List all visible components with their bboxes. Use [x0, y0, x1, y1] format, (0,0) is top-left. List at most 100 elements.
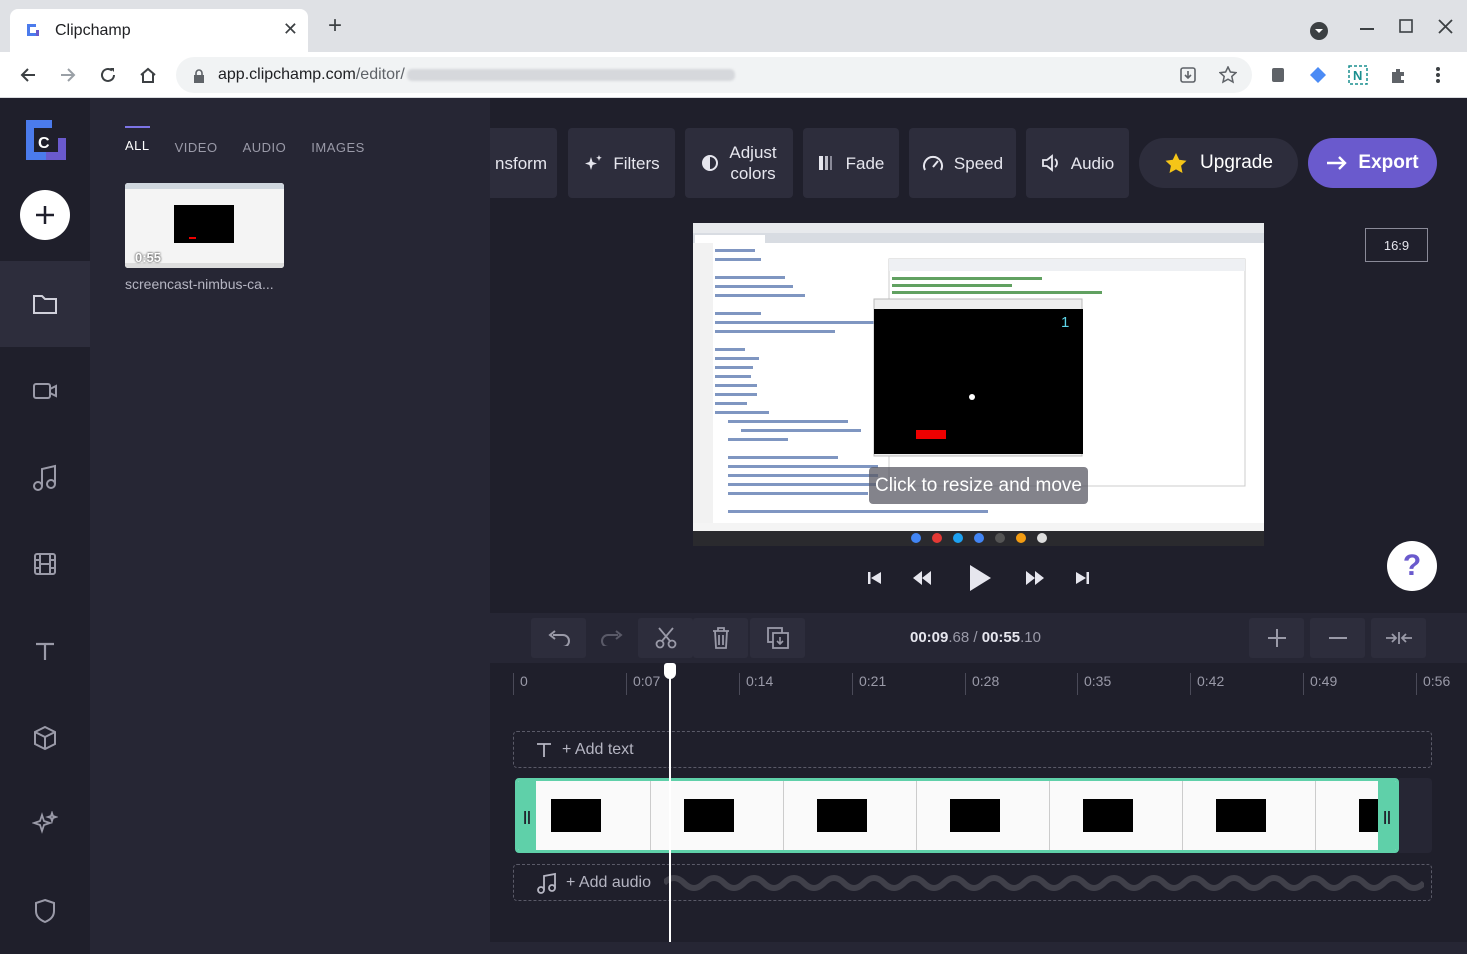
close-tab-icon[interactable]: ✕	[283, 19, 298, 40]
bookmark-star-icon[interactable]	[1219, 66, 1237, 84]
current-time: 00:09	[910, 629, 949, 646]
speedometer-icon	[922, 155, 943, 171]
tab-audio[interactable]: AUDIO	[243, 138, 287, 155]
volume-icon	[1041, 154, 1058, 172]
star-icon	[1165, 153, 1187, 173]
ruler-tick: 0:35	[1077, 673, 1111, 695]
media-thumbnail[interactable]: 0:55	[125, 183, 284, 268]
play-button[interactable]	[964, 562, 996, 594]
nav-text[interactable]	[0, 608, 90, 694]
browser-tab[interactable]: Clipchamp ✕	[10, 9, 308, 52]
nav-your-media[interactable]	[0, 261, 90, 347]
nav-transitions[interactable]	[0, 781, 90, 867]
maximize-icon[interactable]	[1399, 19, 1413, 33]
tab-all[interactable]: ALL	[125, 126, 150, 155]
tab-video[interactable]: VIDEO	[175, 138, 218, 155]
redo-button[interactable]	[584, 618, 639, 658]
fast-forward-icon	[1026, 571, 1044, 585]
shield-icon	[35, 898, 55, 924]
nav-music[interactable]	[0, 435, 90, 521]
add-audio-track[interactable]: + Add audio	[513, 864, 1432, 901]
fade-icon	[818, 156, 832, 170]
video-preview[interactable]: 1 Click to resize and move	[693, 223, 1264, 546]
skip-to-start-button[interactable]	[865, 568, 885, 588]
clip-frame	[916, 781, 1050, 850]
clip-trim-handle-right[interactable]: ||	[1378, 781, 1396, 850]
transform-button[interactable]: nsform	[490, 128, 557, 198]
split-button[interactable]	[638, 618, 693, 658]
plus-icon	[36, 206, 54, 224]
zoom-out-button[interactable]	[1310, 618, 1365, 658]
skip-end-icon	[1076, 572, 1089, 584]
nav-stock-video[interactable]	[0, 521, 90, 607]
extension-n-icon[interactable]: N	[1347, 64, 1369, 86]
skip-to-end-button[interactable]	[1072, 568, 1092, 588]
extension-diamond-icon[interactable]	[1307, 64, 1329, 86]
help-button[interactable]: ?	[1387, 541, 1437, 591]
fade-button[interactable]: Fade	[803, 128, 899, 198]
back-icon[interactable]	[15, 62, 41, 88]
playhead-handle[interactable]	[664, 663, 676, 679]
adjust-colors-button[interactable]: Adjust colors	[685, 128, 793, 198]
speed-label: Speed	[953, 153, 1004, 173]
ruler-tick: 0:21	[852, 673, 886, 695]
music-note-icon	[33, 464, 56, 491]
extensions-puzzle-icon[interactable]	[1387, 64, 1409, 86]
current-time-frac: .68	[948, 629, 970, 646]
tab-title: Clipchamp	[55, 22, 131, 39]
close-window-icon[interactable]	[1438, 19, 1453, 34]
extension-doc-icon[interactable]	[1267, 64, 1289, 86]
timeline-ruler[interactable]: 0 0:07 0:14 0:21 0:28 0:35 0:42 0:49 0:5…	[490, 663, 1467, 703]
upgrade-button[interactable]: Upgrade	[1139, 138, 1298, 188]
ruler-tick: 0:14	[739, 673, 773, 695]
playhead-line[interactable]	[669, 665, 671, 942]
aspect-ratio-button[interactable]: 16:9	[1365, 228, 1428, 262]
adjust-label-1: Adjust	[729, 143, 777, 162]
export-button[interactable]: Export	[1308, 138, 1437, 188]
fit-timeline-button[interactable]	[1371, 618, 1426, 658]
duplicate-button[interactable]	[750, 618, 805, 658]
address-bar[interactable]: app.clipchamp.com/editor/	[176, 57, 1252, 93]
nav-record[interactable]	[0, 348, 90, 434]
clip-trim-handle-left[interactable]: ||	[518, 781, 536, 850]
svg-text:C: C	[38, 135, 50, 152]
add-text-track[interactable]: + Add text	[513, 731, 1432, 768]
nav-graphics[interactable]	[0, 695, 90, 781]
fast-forward-button[interactable]	[1024, 568, 1046, 588]
speed-button[interactable]: Speed	[909, 128, 1016, 198]
clip-frame	[518, 781, 651, 850]
minimize-icon[interactable]	[1360, 28, 1374, 32]
timeline-footer	[490, 942, 1467, 954]
clipchamp-favicon-icon	[27, 24, 39, 36]
profile-menu-icon[interactable]	[1309, 21, 1329, 41]
nav-brand-kit[interactable]	[0, 868, 90, 954]
fit-arrows-icon	[1385, 632, 1412, 644]
svg-text:N: N	[1353, 68, 1362, 83]
url-text: app.clipchamp.com/editor/	[218, 66, 735, 84]
tab-images[interactable]: IMAGES	[311, 138, 365, 155]
install-app-icon[interactable]	[1179, 66, 1197, 84]
clipchamp-logo-icon[interactable]: C	[24, 118, 68, 162]
add-media-button[interactable]	[20, 190, 70, 240]
ruler-tick: 0:56	[1416, 673, 1450, 695]
zoom-in-button[interactable]	[1249, 618, 1304, 658]
undo-button[interactable]	[531, 618, 586, 658]
media-filename: screencast-nimbus-ca...	[125, 276, 274, 292]
rewind-button[interactable]	[911, 568, 933, 588]
ruler-tick: 0:28	[965, 673, 999, 695]
browser-menu-icon[interactable]	[1427, 64, 1449, 86]
home-icon[interactable]	[135, 62, 161, 88]
ruler-tick: 0:07	[626, 673, 660, 695]
video-clip[interactable]: || ||	[515, 778, 1399, 853]
new-tab-icon[interactable]: +	[328, 14, 342, 38]
fade-label: Fade	[845, 153, 885, 173]
ruler-tick: 0	[513, 673, 528, 695]
forward-icon[interactable]	[55, 62, 81, 88]
delete-button[interactable]	[693, 618, 748, 658]
audio-button[interactable]: Audio	[1026, 128, 1129, 198]
browser-tab-strip: Clipchamp ✕ +	[0, 0, 1467, 52]
video-track-end	[1399, 778, 1432, 853]
filters-button[interactable]: Filters	[568, 128, 675, 198]
media-duration: 0:55	[135, 250, 162, 265]
reload-icon[interactable]	[95, 62, 121, 88]
